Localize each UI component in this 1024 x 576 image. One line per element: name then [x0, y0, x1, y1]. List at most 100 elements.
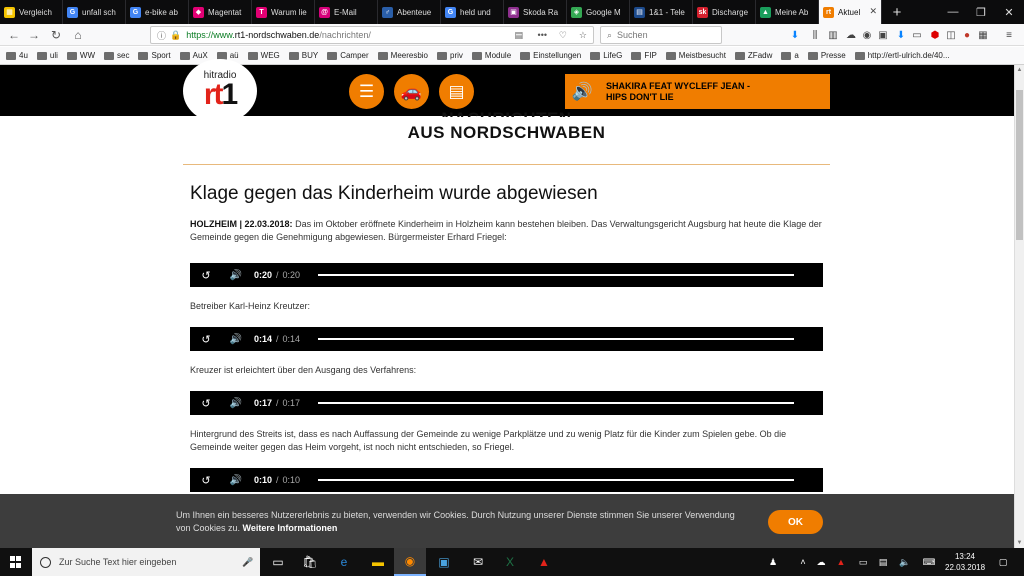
home-icon[interactable]: ⌂ [70, 27, 86, 43]
taskbar-clock[interactable]: 13:24 22.03.2018 [945, 551, 985, 573]
browser-tab[interactable]: ▣ Skoda Ra [504, 0, 567, 24]
extension-badge-icon[interactable]: ▣ [876, 28, 890, 42]
bookmark-item[interactable]: priv [437, 51, 463, 60]
bookmark-item[interactable]: a [781, 51, 799, 60]
browser-tab[interactable]: rt Aktuel ✕ [819, 0, 882, 24]
browser-tab[interactable]: Ge-bike ab [126, 0, 189, 24]
library-icon[interactable]: ⫼ [808, 28, 822, 42]
info-icon[interactable]: ⓘ [157, 29, 166, 42]
bookmark-item[interactable]: Meistbesucht [665, 51, 726, 60]
cookie-ok-button[interactable]: OK [768, 510, 823, 534]
audio-progress-track[interactable] [318, 402, 795, 404]
bookmark-item[interactable]: Presse [807, 51, 846, 60]
bookmark-item[interactable]: uli [36, 51, 58, 60]
target-icon[interactable]: ◉ [860, 28, 874, 42]
back-icon[interactable]: ← [6, 27, 22, 43]
menu-button[interactable]: ☰ [349, 74, 384, 109]
bookmark-item[interactable]: FIP [631, 51, 657, 60]
menu-icon[interactable]: ≡ [1002, 28, 1016, 42]
color-extension-icon[interactable]: ● [960, 28, 974, 42]
search-input[interactable]: ⌕ Suchen [600, 26, 722, 44]
browser-tab[interactable]: @ E-Mail [315, 0, 378, 24]
bookmark-item[interactable]: AuX [179, 51, 208, 60]
address-bar[interactable]: ⓘ 🔒 https://www. rt1-nordschwaben.de/nach… [150, 26, 594, 44]
audio-player[interactable]: ↺ 🔊 0:17 / 0:17 [190, 391, 823, 415]
bookmark-item[interactable]: BUY [288, 51, 318, 60]
tray-chevron-icon[interactable]: ˄ [796, 555, 810, 569]
windows-start-icon[interactable] [10, 556, 22, 568]
browser-tab[interactable]: sk Discharge [693, 0, 756, 24]
audio-progress-track[interactable] [318, 479, 795, 481]
excel-icon[interactable]: X [494, 548, 526, 576]
network-icon[interactable]: ▤ [876, 555, 890, 569]
volume-icon[interactable]: 🔊 [228, 398, 244, 409]
volume-icon[interactable]: 🔊 [228, 334, 244, 345]
people-icon[interactable]: ♟ [766, 555, 780, 569]
file-explorer-icon[interactable]: ▬ [362, 548, 394, 576]
replay-icon[interactable]: ↺ [198, 397, 214, 410]
adblock-icon[interactable]: ⬢ [928, 28, 942, 42]
forward-icon[interactable]: → [26, 27, 42, 43]
task-view-icon[interactable]: ▭ [262, 548, 294, 576]
volume-icon[interactable]: 🔊 [228, 475, 244, 486]
cookie-more-info-link[interactable]: Weitere Informationen [243, 523, 338, 533]
sidebar-icon[interactable]: ▥ [826, 28, 840, 42]
remote-desktop-icon[interactable]: ▣ [428, 548, 460, 576]
scrollbar-thumb[interactable] [1016, 90, 1023, 240]
bookmark-item[interactable]: LifeG [590, 51, 622, 60]
replay-icon[interactable]: ↺ [198, 474, 214, 487]
audio-player[interactable]: ↺ 🔊 0:20 / 0:20 [190, 263, 823, 287]
bookmark-item[interactable]: Sport [138, 51, 171, 60]
replay-icon[interactable]: ↺ [198, 269, 214, 282]
screenshot-icon[interactable]: ◫ [944, 28, 958, 42]
battery-icon[interactable]: ▭ [856, 555, 870, 569]
bookmark-item[interactable]: WEG [247, 51, 280, 60]
browser-tab[interactable]: ▤ 1&1 - Tele [630, 0, 693, 24]
reader-view-icon[interactable]: ▤ [514, 30, 523, 41]
bookmark-item[interactable]: Meeresbio [377, 51, 428, 60]
keyboard-icon[interactable]: ⌨ [922, 555, 936, 569]
audio-progress-track[interactable] [318, 338, 795, 340]
browser-tab[interactable]: Gunfall sch [63, 0, 126, 24]
volume-tray-icon[interactable]: 🔈 [898, 555, 912, 569]
new-tab-icon[interactable]: + [882, 0, 912, 24]
download-arrow-icon[interactable]: ⬇ [894, 28, 908, 42]
minimize-icon[interactable]: — [938, 0, 968, 24]
taskbar-search-input[interactable]: Zur Suche Text hier eingeben 🎤 [32, 548, 260, 576]
audio-player[interactable]: ↺ 🔊 0:14 / 0:14 [190, 327, 823, 351]
bookmark-item[interactable]: Module [471, 51, 511, 60]
bookmark-item[interactable]: ZFadw [734, 51, 772, 60]
bookmark-star-icon[interactable]: ☆ [579, 30, 587, 41]
now-playing-bar[interactable]: 🔊 SHAKIRA FEAT WYCLEFF JEAN - HIPS DON'T… [565, 74, 830, 109]
tab-close-icon[interactable]: ✕ [869, 6, 877, 17]
maximize-icon[interactable]: ❐ [966, 0, 996, 24]
browser-tab[interactable]: ♂ Abenteue [378, 0, 441, 24]
close-window-icon[interactable]: ✕ [994, 0, 1024, 24]
cloud-icon[interactable]: ☁ [844, 28, 858, 42]
news-button[interactable]: ▤ [439, 74, 474, 109]
speaker-icon[interactable]: 🔊 [565, 74, 600, 109]
volume-icon[interactable]: 🔊 [228, 270, 244, 281]
page-actions-icon[interactable]: ••• [538, 30, 547, 40]
store-icon[interactable]: 🛍 [294, 548, 326, 576]
scroll-up-icon[interactable]: ▲ [1015, 65, 1024, 75]
replay-icon[interactable]: ↺ [198, 333, 214, 346]
audio-player[interactable]: ↺ 🔊 0:10 / 0:10 [190, 468, 823, 492]
browser-tab[interactable]: ▲ Meine Ab [756, 0, 819, 24]
browser-tab[interactable]: Gheld und [441, 0, 504, 24]
browser-tab[interactable]: ▦ Vergleich [0, 0, 63, 24]
edge-icon[interactable]: e [328, 548, 360, 576]
avira-tray-icon[interactable]: ▲ [834, 555, 848, 569]
bookmark-item[interactable]: sec [104, 51, 129, 60]
scroll-down-icon[interactable]: ▼ [1015, 538, 1024, 548]
bookmark-item[interactable]: Einstellungen [520, 51, 581, 60]
page-scrollbar[interactable]: ▲ ▼ [1014, 65, 1024, 548]
bookmark-item[interactable]: http://ertl-ulrich.de/40... [854, 51, 950, 60]
browser-tab[interactable]: ◆ Magentat [189, 0, 252, 24]
firefox-icon[interactable]: ◉ [394, 548, 426, 576]
microphone-icon[interactable]: 🎤 [242, 557, 253, 568]
reload-icon[interactable]: ↻ [48, 27, 64, 43]
mail-icon[interactable]: ✉ [462, 548, 494, 576]
bookmark-item[interactable]: WW [66, 51, 95, 60]
notifications-icon[interactable]: ▢ [996, 555, 1010, 569]
